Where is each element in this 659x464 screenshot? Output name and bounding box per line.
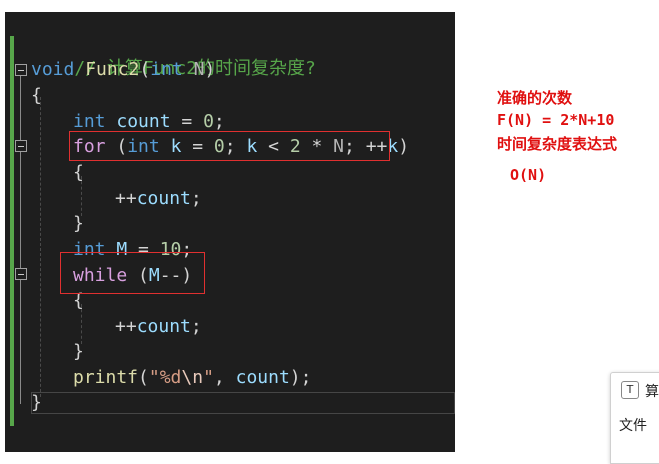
- semicolon: ;: [213, 111, 225, 132]
- while-loop-highlight-box: [60, 252, 205, 294]
- indent-guide: [40, 97, 41, 397]
- semicolon: ;: [190, 316, 202, 337]
- paren-close: ): [398, 136, 410, 157]
- code-line-open-brace[interactable]: {: [31, 83, 42, 108]
- current-line-highlight: [31, 392, 455, 414]
- keyword-int: int: [150, 59, 183, 80]
- brace-open: {: [31, 85, 42, 106]
- string-quote: ": [203, 367, 214, 388]
- paren-open: (: [139, 59, 151, 80]
- brace-close: }: [31, 392, 42, 413]
- number-zero: 0: [203, 111, 214, 132]
- code-line-increment[interactable]: ++count;: [115, 186, 202, 211]
- note-complexity-expression: 时间复杂度表达式: [497, 135, 618, 153]
- code-line-inner-close[interactable]: }: [73, 339, 84, 364]
- paren-close: );: [289, 367, 312, 388]
- note-big-o: O(N): [510, 166, 547, 184]
- code-line-comment[interactable]: // 计算Func2的时间复杂度?: [31, 31, 316, 79]
- change-indicator-bar: [10, 36, 14, 426]
- function-printf: printf: [73, 367, 139, 388]
- increment-op: ++: [115, 188, 137, 209]
- var-count: count: [235, 367, 290, 388]
- var-count: count: [116, 111, 171, 132]
- function-name: Func2: [85, 59, 140, 80]
- fold-collapse-icon[interactable]: [15, 64, 27, 76]
- code-line-inner-open[interactable]: {: [73, 160, 84, 185]
- brace-close: }: [73, 341, 84, 362]
- paren-open: (: [138, 367, 149, 388]
- paren-close: ): [204, 59, 216, 80]
- text-format-icon[interactable]: T: [621, 381, 639, 399]
- assign-op: =: [170, 111, 204, 132]
- var-count: count: [136, 316, 191, 337]
- string-literal: "%d: [148, 367, 182, 388]
- keyword-void: void: [31, 59, 75, 80]
- fold-collapse-icon[interactable]: [15, 268, 27, 280]
- brace-close: }: [73, 213, 84, 234]
- var-count: count: [136, 188, 191, 209]
- code-line-printf[interactable]: printf("%d\n", count);: [73, 365, 311, 390]
- increment-op: ++: [115, 316, 137, 337]
- separator: ,: [213, 367, 236, 388]
- for-loop-highlight-box: [69, 131, 390, 161]
- brace-open: {: [73, 162, 84, 183]
- note-exact-count: 准确的次数: [497, 89, 573, 107]
- popup-title: 算: [645, 384, 659, 400]
- code-editor[interactable]: // 计算Func2的时间复杂度? void Func2(int N) { in…: [5, 12, 455, 452]
- semicolon: ;: [190, 188, 202, 209]
- code-line-increment[interactable]: ++count;: [115, 314, 202, 339]
- fold-guide-line: [20, 76, 21, 404]
- keyword-int: int: [73, 111, 106, 132]
- floating-popup[interactable]: T 算 文件: [610, 372, 659, 464]
- menu-file[interactable]: 文件: [619, 415, 647, 435]
- param-name: N: [193, 59, 205, 80]
- code-line-signature[interactable]: void Func2(int N): [31, 57, 215, 82]
- escape-sequence: \n: [181, 367, 204, 388]
- note-formula: F(N) = 2*N+10: [497, 111, 615, 129]
- code-line-close-brace[interactable]: }: [31, 390, 42, 415]
- fold-collapse-icon[interactable]: [15, 140, 27, 152]
- code-line-inner-close[interactable]: }: [73, 211, 84, 236]
